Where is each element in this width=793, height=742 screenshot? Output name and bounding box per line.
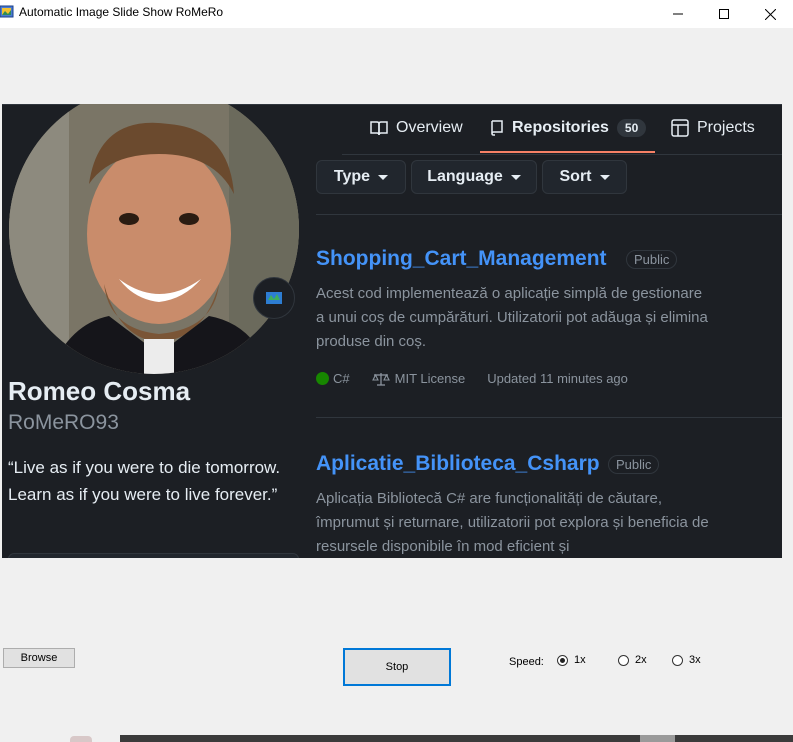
radio-indicator <box>618 654 629 666</box>
repo-title-link[interactable]: Aplicatie_Biblioteca_Csharp <box>316 452 600 476</box>
tab-projects[interactable]: Projects <box>671 116 755 140</box>
chevron-down-icon <box>599 174 610 180</box>
project-icon <box>671 119 689 137</box>
window-title: Automatic Image Slide Show RoMeRo <box>19 5 224 19</box>
tab-repositories-label: Repositories <box>512 119 609 136</box>
close-button[interactable] <box>747 0 793 28</box>
language-filter-label: Language <box>427 168 503 185</box>
taskbar-highlight <box>640 735 675 742</box>
repo-title-link[interactable]: Shopping_Cart_Management <box>316 247 607 271</box>
profile-name: Romeo Cosma <box>8 376 191 406</box>
repo-license: MIT License <box>394 371 466 386</box>
stop-button[interactable]: Stop <box>343 648 451 686</box>
taskbar-thumbnail <box>70 736 92 742</box>
status-badge[interactable] <box>253 277 295 319</box>
profile-bio: “Live as if you were to die tomorrow. Le… <box>8 458 281 504</box>
type-filter-label: Type <box>333 168 371 185</box>
maximize-icon <box>719 9 729 19</box>
tab-overview-label: Overview <box>396 119 463 136</box>
chevron-down-icon <box>378 174 389 180</box>
speed-3x-label: 3x <box>689 654 701 666</box>
browse-button[interactable]: Browse <box>3 648 75 668</box>
book-icon <box>370 121 388 136</box>
map-icon <box>266 292 282 304</box>
close-icon <box>764 8 776 20</box>
avatar-portrait <box>9 104 299 374</box>
repo-description: Aplicația Bibliotecă C# are funcționalit… <box>316 490 709 555</box>
chevron-down-icon <box>510 174 521 180</box>
minimize-icon <box>673 13 683 15</box>
divider <box>316 214 782 215</box>
type-filter-button[interactable]: Type <box>316 160 406 194</box>
speed-3x-radio[interactable]: 3x <box>672 654 701 666</box>
repo-language: C# <box>333 371 350 386</box>
tab-overview[interactable]: Overview <box>370 116 463 140</box>
taskbar-strip <box>120 735 793 742</box>
slideshow-image: Romeo Cosma RoMeRO93 “Live as if you wer… <box>2 104 782 558</box>
speed-1x-label: 1x <box>574 654 586 666</box>
minimize-button[interactable] <box>655 0 701 28</box>
sort-filter-label: Sort <box>559 168 592 185</box>
tab-repositories[interactable]: Repositories 50 <box>490 116 647 140</box>
app-icon <box>0 5 14 18</box>
radio-indicator <box>672 654 683 666</box>
language-filter-button[interactable]: Language <box>411 160 537 194</box>
speed-2x-label: 2x <box>635 654 647 666</box>
visibility-badge: Public <box>608 455 660 474</box>
sort-filter-button[interactable]: Sort <box>542 160 627 194</box>
avatar <box>9 104 299 374</box>
language-color-dot <box>316 372 329 385</box>
active-tab-underline <box>480 151 655 153</box>
divider <box>316 417 782 418</box>
speed-2x-radio[interactable]: 2x <box>618 654 647 666</box>
repo-icon <box>491 120 503 136</box>
tab-projects-label: Projects <box>697 119 755 136</box>
maximize-button[interactable] <box>701 0 747 28</box>
visibility-badge: Public <box>626 250 678 269</box>
repo-description: Acest cod implementează o aplicație simp… <box>316 285 708 350</box>
follow-button[interactable] <box>8 553 299 558</box>
window-title-bar: Automatic Image Slide Show RoMeRo <box>0 0 793 28</box>
law-icon <box>371 372 390 386</box>
profile-nav: Overview Repositories 50 Projects <box>342 104 782 155</box>
repo-meta: C# MIT License Updated 11 minutes ago <box>316 371 628 386</box>
repositories-count-badge: 50 <box>616 119 647 137</box>
profile-login: RoMeRO93 <box>8 411 119 434</box>
radio-checked-indicator <box>557 654 568 666</box>
speed-label: Speed: <box>509 656 544 668</box>
speed-1x-radio[interactable]: 1x <box>557 654 586 666</box>
repo-updated: Updated 11 minutes ago <box>487 371 628 386</box>
